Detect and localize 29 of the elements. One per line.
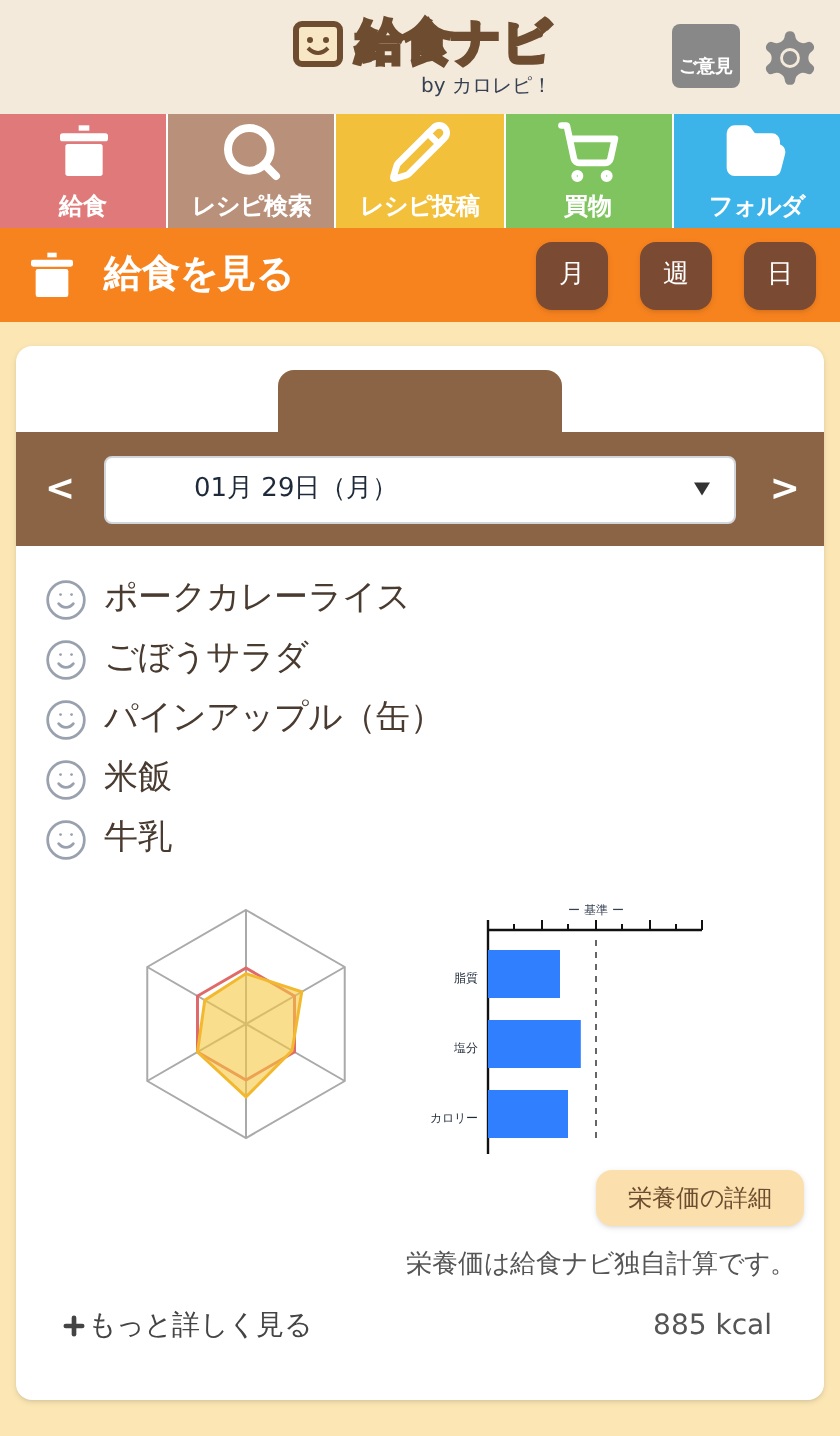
chart-bar bbox=[488, 1090, 568, 1138]
view-button[interactable]: 日 bbox=[744, 241, 816, 309]
more-details-link[interactable]: もっと詳しく見る bbox=[60, 1305, 654, 1347]
view-button[interactable]: 月 bbox=[536, 241, 608, 309]
chart-bar bbox=[488, 1020, 581, 1068]
section-title: 給食を見る bbox=[104, 250, 296, 301]
smiley-icon bbox=[44, 637, 88, 681]
smiley-icon bbox=[44, 817, 88, 861]
byline: by カロレピ！ bbox=[421, 74, 552, 102]
calorie-total: 885 kcal bbox=[653, 1307, 774, 1345]
previous-button[interactable]: < bbox=[40, 462, 80, 516]
smiley-icon bbox=[44, 697, 88, 741]
next-button[interactable]: > bbox=[760, 462, 800, 516]
pencil-icon bbox=[388, 119, 452, 183]
search-icon bbox=[219, 119, 284, 183]
dropdown-caret-icon bbox=[694, 482, 710, 496]
nutrition-note: 栄養価は給食ナビ独自計算です。 bbox=[406, 1248, 798, 1284]
nav-tab[interactable]: レシピ検索 bbox=[168, 114, 335, 228]
feedback-button[interactable]: ご意見 bbox=[672, 24, 740, 88]
plus-icon bbox=[60, 1312, 88, 1340]
date-select[interactable]: 01月 29日（月） bbox=[104, 455, 736, 523]
view-button[interactable]: 週 bbox=[640, 241, 712, 309]
nutrition-details-button[interactable]: 栄養価の詳細 bbox=[596, 1170, 804, 1226]
nav-tab[interactable]: 給食 bbox=[0, 114, 167, 228]
app-logo-text: 給食ナビ bbox=[356, 18, 552, 66]
smiley-icon bbox=[44, 757, 88, 801]
smiley-icon bbox=[44, 577, 88, 621]
cart-icon bbox=[556, 119, 621, 183]
chart-bar bbox=[488, 950, 560, 998]
